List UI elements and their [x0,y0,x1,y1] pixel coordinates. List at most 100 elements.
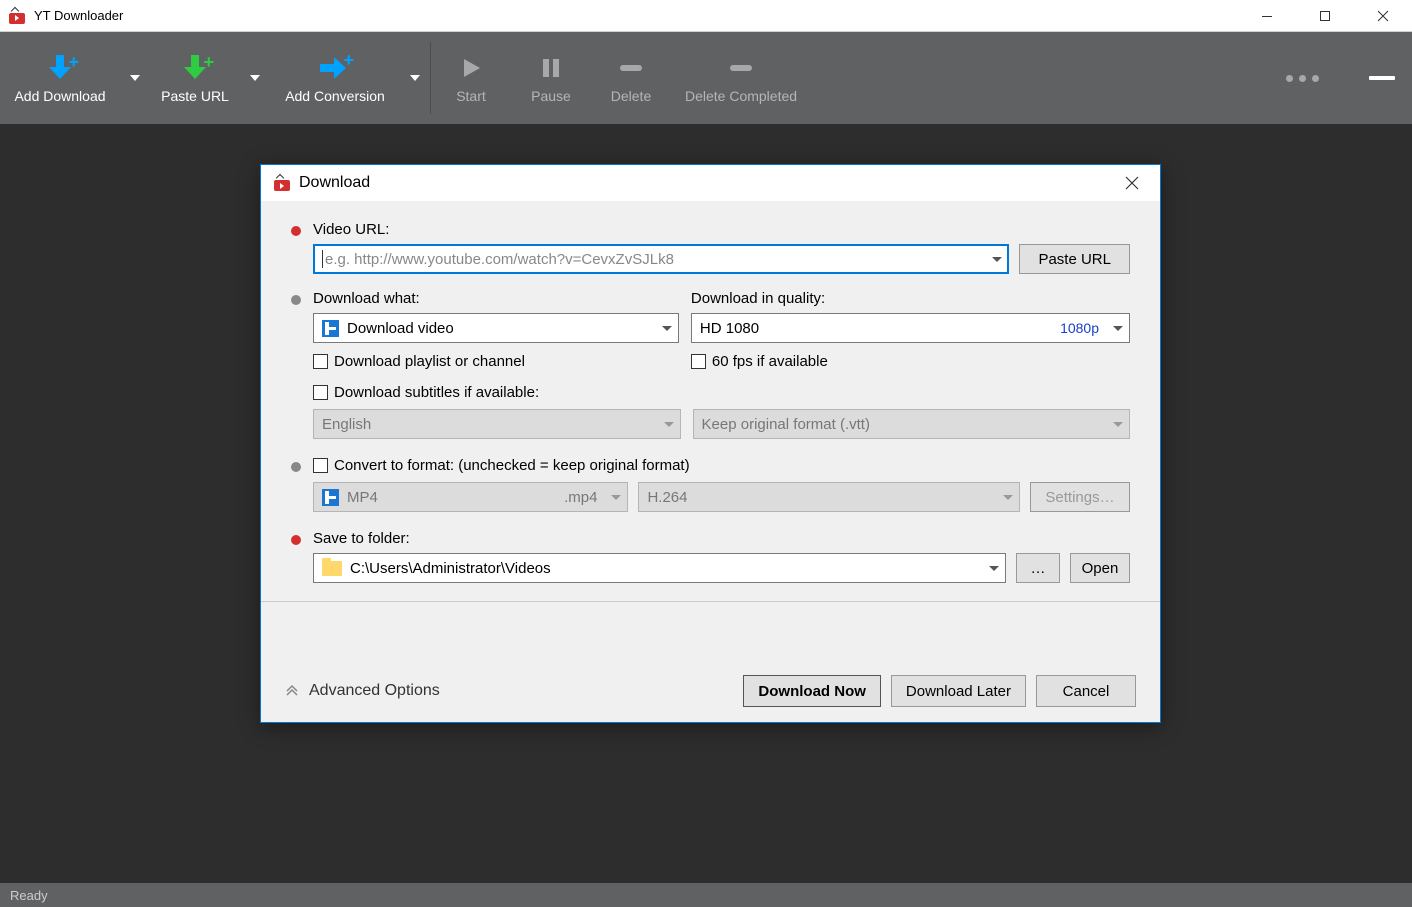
statusbar: Ready [0,883,1412,907]
download-quality-value: HD 1080 [700,320,759,337]
download-arrow-icon: + [47,55,73,81]
convert-checkbox[interactable]: Convert to format: (unchecked = keep ori… [313,457,1130,474]
playlist-checkbox[interactable]: Download playlist or channel [313,353,679,370]
titlebar: YT Downloader [0,0,1412,32]
convert-codec-select: H.264 [638,482,1020,512]
pause-button[interactable]: Pause [511,32,591,124]
overflow-button[interactable] [1252,32,1352,124]
caret-down-icon [410,75,420,81]
save-folder-value: C:\Users\Administrator\Videos [350,560,551,577]
subtitle-language-value: English [322,416,371,433]
checkbox-icon [691,354,706,369]
optional-bullet [291,295,301,305]
toolbar: + Add Download + Paste URL + Add Convers… [0,32,1412,124]
save-folder-select[interactable]: C:\Users\Administrator\Videos [313,553,1006,583]
convert-checkbox-label: Convert to format: (unchecked = keep ori… [334,457,690,474]
optional-bullet [291,462,301,472]
download-quality-tag: 1080p [1060,320,1099,336]
dialog-footer: Advanced Options Download Now Download L… [261,660,1160,722]
add-download-label: Add Download [14,88,105,104]
add-download-button[interactable]: + Add Download [0,32,120,124]
paste-url-dialog-button[interactable]: Paste URL [1019,244,1130,274]
advanced-options-toggle[interactable]: Advanced Options [285,682,440,701]
cancel-label: Cancel [1063,683,1110,700]
delete-completed-label: Delete Completed [685,88,797,104]
subtitles-checkbox-label: Download subtitles if available: [334,384,539,401]
video-icon [322,320,339,337]
play-icon [460,57,482,79]
add-conversion-button[interactable]: + Add Conversion [270,32,400,124]
cancel-button[interactable]: Cancel [1036,675,1136,707]
add-conversion-dropdown[interactable] [400,32,430,124]
convert-ext: .mp4 [564,489,597,506]
checkbox-icon [313,354,328,369]
delete-completed-button[interactable]: Delete Completed [671,32,811,124]
dialog-icon [273,175,291,191]
dialog-title: Download [299,174,370,192]
video-url-placeholder: e.g. http://www.youtube.com/watch?v=Cevx… [325,251,674,268]
open-folder-button[interactable]: Open [1070,553,1130,583]
status-text: Ready [10,888,48,903]
save-folder-label: Save to folder: [313,530,1130,547]
menu-button[interactable] [1352,32,1412,124]
minus-icon [618,57,644,79]
playlist-checkbox-label: Download playlist or channel [334,353,525,370]
minus-icon [728,57,754,79]
pause-icon [541,57,561,79]
start-label: Start [456,88,486,104]
download-quality-select[interactable]: HD 1080 1080p [691,313,1130,343]
download-now-button[interactable]: Download Now [743,675,881,707]
paste-url-dropdown[interactable] [240,32,270,124]
required-bullet [291,226,301,236]
download-later-label: Download Later [906,683,1011,700]
convert-arrow-icon: + [320,57,350,79]
paste-url-button[interactable]: + Paste URL [150,32,240,124]
subtitle-language-select: English [313,409,681,439]
download-what-label: Download what: [313,290,679,307]
chevron-down-icon [664,422,674,427]
delete-button[interactable]: Delete [591,32,671,124]
chevron-down-icon [1113,326,1123,331]
download-what-value: Download video [347,320,454,337]
add-conversion-label: Add Conversion [285,88,385,104]
chevron-down-icon [611,495,621,500]
minimize-button[interactable] [1238,0,1296,31]
maximize-button[interactable] [1296,0,1354,31]
dialog-separator [261,601,1160,602]
start-button[interactable]: Start [431,32,511,124]
convert-format-select: MP4 .mp4 [313,482,628,512]
chevron-down-icon [1113,422,1123,427]
chevron-down-icon [992,257,1002,262]
paste-url-dialog-label: Paste URL [1038,251,1111,268]
fps-checkbox-label: 60 fps if available [712,353,828,370]
dialog-close-button[interactable] [1116,167,1148,199]
convert-format-value: MP4 [347,489,378,506]
close-button[interactable] [1354,0,1412,31]
caret-down-icon [130,75,140,81]
caret-down-icon [250,75,260,81]
app-icon [8,8,26,24]
download-what-select[interactable]: Download video [313,313,679,343]
fps-checkbox[interactable]: 60 fps if available [691,353,1130,370]
window-controls [1238,0,1412,31]
checkbox-icon [313,385,328,400]
chevron-down-icon [989,566,999,571]
convert-settings-button: Settings… [1030,482,1130,512]
video-url-label: Video URL: [313,221,1130,238]
download-later-button[interactable]: Download Later [891,675,1026,707]
video-icon [322,489,339,506]
advanced-options-label: Advanced Options [309,682,440,700]
open-label: Open [1082,560,1119,577]
dialog-body: Video URL: e.g. http://www.youtube.com/w… [261,201,1160,660]
subtitles-checkbox[interactable]: Download subtitles if available: [313,384,1130,401]
subtitle-format-select: Keep original format (.vtt) [693,409,1130,439]
download-now-label: Download Now [758,683,866,700]
download-dialog: Download Video URL: e.g. http://www.yout… [260,164,1161,723]
browse-button[interactable]: … [1016,553,1060,583]
window-title: YT Downloader [34,8,123,23]
add-download-dropdown[interactable] [120,32,150,124]
dialog-titlebar: Download [261,165,1160,201]
video-url-input[interactable]: e.g. http://www.youtube.com/watch?v=Cevx… [313,244,1009,274]
convert-codec-value: H.264 [647,489,687,506]
text-cursor [322,250,323,268]
